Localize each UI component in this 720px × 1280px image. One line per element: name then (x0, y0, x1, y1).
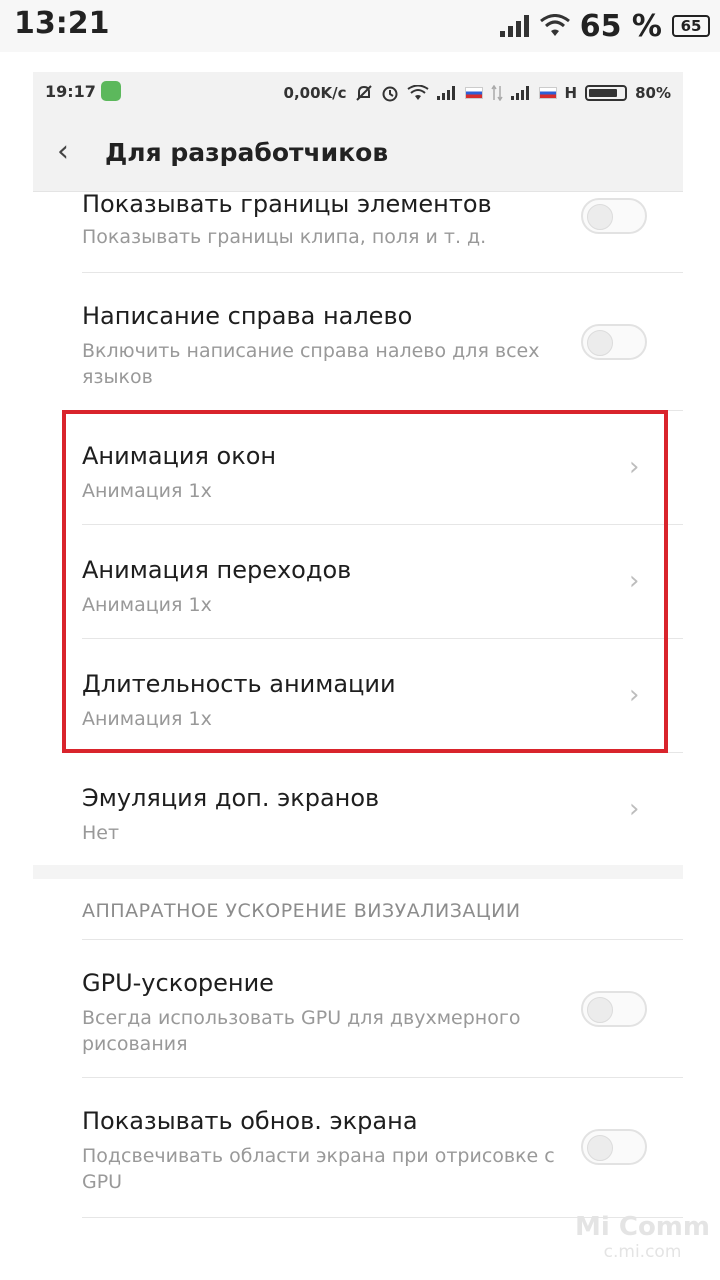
item-subtitle: Всегда использовать GPU для двухмерного … (82, 1007, 521, 1055)
sim2-flag-icon (538, 87, 557, 99)
page-title: Для разработчиков (105, 138, 389, 167)
outer-status-bar: 13:21 65 % 65 (0, 0, 720, 52)
item-subtitle: Нет (82, 822, 120, 844)
setting-simulate-displays[interactable]: Эмуляция доп. экранов Нет › (33, 752, 683, 865)
data-transfer-icon (490, 85, 503, 101)
item-subtitle: Подсвечивать области экрана при отрисовк… (82, 1145, 555, 1193)
toggle-switch[interactable] (581, 198, 647, 234)
item-title: Написание справа налево (82, 302, 413, 330)
app-notification-icon (101, 81, 121, 101)
toggle-switch[interactable] (581, 324, 647, 360)
outer-clock: 13:21 (14, 6, 110, 41)
watermark-line2: c.mi.com (603, 1242, 682, 1262)
network-type: H (564, 84, 578, 102)
signal-sim1-icon (436, 86, 455, 100)
item-subtitle: Показывать границы клипа, поля и т. д. (82, 226, 487, 248)
item-title: Показывать обнов. экрана (82, 1107, 418, 1135)
item-title: Показывать границы элементов (82, 190, 492, 218)
watermark-line1: Mi Comm (575, 1212, 710, 1242)
settings-header: ‹ Для разработчиков (33, 114, 683, 192)
highlight-box (62, 410, 668, 753)
signal-sim2-icon (510, 86, 529, 100)
outer-battery-percent: 65 % (579, 8, 662, 44)
wifi-small-icon (406, 85, 429, 100)
sim1-flag-icon (464, 87, 483, 99)
chevron-right-icon: › (629, 794, 640, 824)
setting-show-layout-bounds[interactable]: Показывать границы элементов Показывать … (33, 190, 683, 272)
alarm-icon (382, 86, 398, 102)
outer-battery-icon: 65 (672, 15, 710, 37)
inner-status-icons: 0,00K/c H 80% (284, 80, 671, 106)
setting-gpu-acceleration[interactable]: GPU-ускорение Всегда использовать GPU дл… (33, 939, 683, 1077)
setting-rtl-layout[interactable]: Написание справа налево Включить написан… (33, 272, 683, 410)
item-subtitle: Включить написание справа налево для все… (82, 340, 540, 388)
inner-battery-icon (585, 85, 628, 101)
setting-show-gpu-updates[interactable]: Показывать обнов. экрана Подсвечивать об… (33, 1077, 683, 1217)
toggle-switch[interactable] (581, 991, 647, 1027)
item-title: GPU-ускорение (82, 969, 274, 997)
mute-icon (355, 85, 372, 101)
inner-status-bar: 19:17 0,00K/c H 80% (33, 72, 683, 114)
section-gap (33, 865, 683, 879)
section-header: АППАРАТНОЕ УСКОРЕНИЕ ВИЗУАЛИЗАЦИИ (82, 900, 521, 922)
back-chevron-icon[interactable]: ‹ (57, 134, 87, 170)
signal-icon (499, 15, 529, 37)
network-speed: 0,00K/c (283, 84, 347, 102)
item-title: Эмуляция доп. экранов (82, 784, 380, 812)
inner-battery-percent: 80% (635, 84, 671, 102)
watermark: Mi Comm c.mi.com (575, 1212, 710, 1262)
inner-clock: 19:17 (45, 82, 96, 101)
outer-status-icons: 65 % 65 (499, 6, 710, 46)
wifi-icon (539, 14, 570, 36)
toggle-switch[interactable] (581, 1129, 647, 1165)
